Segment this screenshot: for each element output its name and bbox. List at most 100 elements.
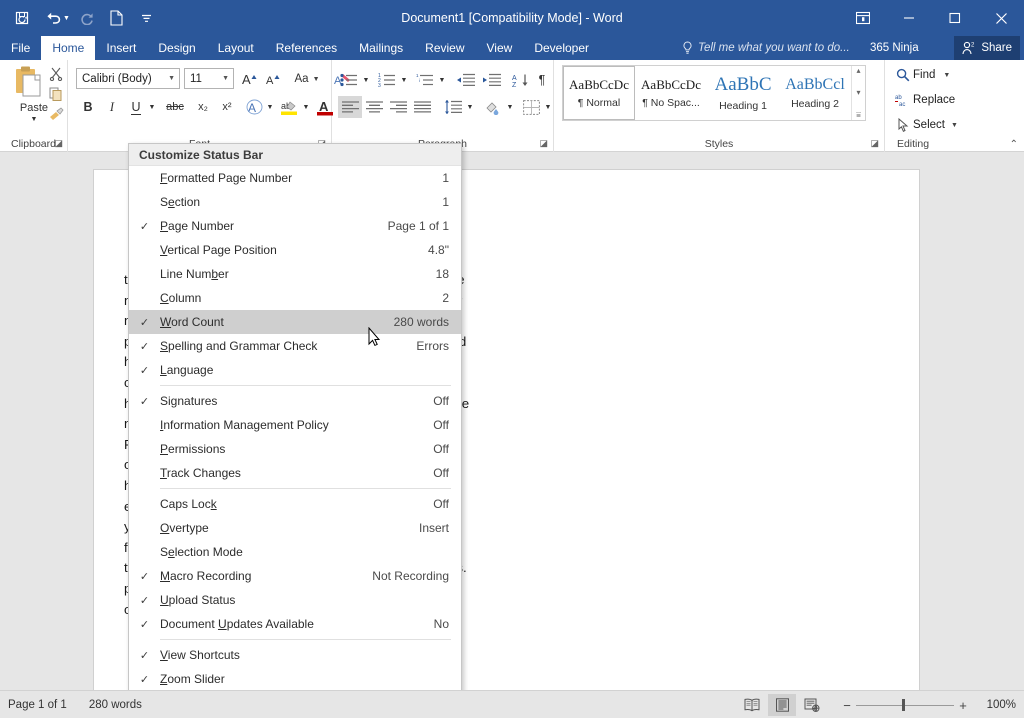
change-case-icon[interactable]: Aa ▼ — [290, 68, 324, 90]
format-painter-icon[interactable] — [46, 104, 66, 124]
find-button[interactable]: Find ▼ — [893, 68, 950, 82]
justify-icon[interactable] — [410, 96, 434, 118]
select-dropdown-icon[interactable]: ▼ — [951, 122, 958, 129]
font-size-box[interactable]: 11 ▼ — [184, 68, 234, 89]
paste-icon[interactable] — [14, 66, 42, 100]
undo-dropdown-icon[interactable]: ▼ — [63, 15, 70, 22]
find-dropdown-icon[interactable]: ▼ — [943, 72, 950, 79]
increase-indent-icon[interactable] — [480, 69, 504, 91]
menu-item-language[interactable]: ✓ Language — [129, 358, 461, 382]
tab-file[interactable]: File — [0, 36, 41, 60]
menu-item-zoom-slider[interactable]: ✓ Zoom Slider — [129, 667, 461, 691]
style-gallery-more-icon[interactable]: ⩸ — [856, 110, 861, 120]
style-normal[interactable]: AaBbCcDc ¶ Normal — [563, 66, 635, 120]
text-highlight-icon[interactable]: ab — [278, 96, 300, 118]
numbering-dropdown-icon[interactable]: ▼ — [398, 69, 410, 91]
decrease-indent-icon[interactable] — [454, 69, 478, 91]
menu-item-caps-lock[interactable]: Caps Lock Off — [129, 492, 461, 516]
grow-font-icon[interactable]: A — [240, 68, 262, 90]
text-highlight-dropdown-icon[interactable]: ▼ — [300, 96, 312, 118]
strikethrough-icon[interactable]: abc — [162, 96, 188, 118]
menu-item-overtype[interactable]: Overtype Insert — [129, 516, 461, 540]
borders-icon[interactable] — [520, 96, 542, 118]
menu-item-signatures[interactable]: ✓ Signatures Off — [129, 389, 461, 413]
cut-icon[interactable] — [46, 64, 66, 84]
close-button[interactable] — [978, 0, 1024, 36]
zoom-slider[interactable] — [856, 699, 954, 711]
read-mode-icon[interactable] — [738, 694, 766, 716]
menu-item-formatted-page-number[interactable]: Formatted Page Number 1 — [129, 166, 461, 190]
align-right-icon[interactable] — [386, 96, 410, 118]
menu-item-page-number[interactable]: ✓ Page Number Page 1 of 1 — [129, 214, 461, 238]
menu-item-information-management-policy[interactable]: Information Management Policy Off — [129, 413, 461, 437]
ribbon-display-options-icon[interactable] — [840, 0, 886, 36]
menu-item-permissions[interactable]: Permissions Off — [129, 437, 461, 461]
account-name[interactable]: 365 Ninja — [870, 36, 919, 60]
menu-item-spelling-and-grammar-check[interactable]: ✓ Spelling and Grammar Check Errors — [129, 334, 461, 358]
bullets-icon[interactable] — [338, 69, 360, 91]
customize-status-bar-menu[interactable]: Customize Status Bar Formatted Page Numb… — [128, 143, 462, 711]
tab-view[interactable]: View — [476, 36, 524, 60]
underline-dropdown-icon[interactable]: ▼ — [146, 96, 158, 118]
zoom-in-button[interactable]: + — [954, 698, 972, 713]
bold-icon[interactable]: B — [78, 96, 98, 118]
tab-layout[interactable]: Layout — [207, 36, 265, 60]
text-effects-dropdown-icon[interactable]: ▼ — [264, 96, 276, 118]
borders-dropdown-icon[interactable]: ▼ — [542, 96, 554, 118]
superscript-icon[interactable]: x² — [216, 96, 238, 118]
style-heading-2[interactable]: AaBbCcl Heading 2 — [779, 66, 851, 120]
menu-item-upload-status[interactable]: ✓ Upload Status — [129, 588, 461, 612]
zoom-out-button[interactable]: − — [838, 698, 856, 713]
paragraph-dialog-launcher[interactable]: ◪ — [539, 138, 548, 149]
tab-references[interactable]: References — [265, 36, 348, 60]
show-marks-icon[interactable]: ¶ — [532, 69, 552, 91]
underline-icon[interactable]: U — [126, 96, 146, 118]
tab-home[interactable]: Home — [41, 36, 96, 60]
menu-item-line-number[interactable]: Line Number 18 — [129, 262, 461, 286]
tab-developer[interactable]: Developer — [523, 36, 600, 60]
status-page[interactable]: Page 1 of 1 — [8, 699, 67, 711]
line-spacing-icon[interactable] — [442, 96, 464, 118]
status-words[interactable]: 280 words — [89, 699, 142, 711]
menu-item-selection-mode[interactable]: Selection Mode — [129, 540, 461, 564]
copy-icon[interactable] — [46, 84, 66, 104]
multilevel-list-dropdown-icon[interactable]: ▼ — [436, 69, 448, 91]
maximize-button[interactable] — [932, 0, 978, 36]
tab-insert[interactable]: Insert — [95, 36, 147, 60]
line-spacing-dropdown-icon[interactable]: ▼ — [464, 96, 476, 118]
menu-item-view-shortcuts[interactable]: ✓ View Shortcuts — [129, 643, 461, 667]
menu-item-word-count[interactable]: ✓ Word Count 280 words — [129, 310, 461, 334]
shading-dropdown-icon[interactable]: ▼ — [504, 96, 516, 118]
menu-item-macro-recording[interactable]: ✓ Macro Recording Not Recording — [129, 564, 461, 588]
web-layout-icon[interactable] — [798, 694, 826, 716]
style-gallery-down-icon[interactable]: ▾ — [856, 88, 860, 97]
subscript-icon[interactable]: x₂ — [192, 96, 214, 118]
new-document-icon[interactable] — [102, 3, 132, 33]
menu-item-document-updates-available[interactable]: ✓ Document Updates Available No — [129, 612, 461, 636]
menu-item-column[interactable]: Column 2 — [129, 286, 461, 310]
style-heading-1[interactable]: AaBbC Heading 1 — [707, 66, 779, 120]
italic-icon[interactable]: I — [102, 96, 122, 118]
print-layout-icon[interactable] — [768, 694, 796, 716]
text-effects-icon[interactable]: A — [244, 96, 264, 118]
collapse-ribbon-icon[interactable]: ⌃ — [1010, 139, 1018, 150]
menu-item-vertical-page-position[interactable]: Vertical Page Position 4.8" — [129, 238, 461, 262]
numbering-icon[interactable]: 123 — [376, 69, 398, 91]
tab-review[interactable]: Review — [414, 36, 475, 60]
zoom-slider-thumb[interactable] — [902, 699, 905, 711]
shrink-font-icon[interactable]: A — [264, 68, 286, 90]
multilevel-list-icon[interactable]: 1i — [414, 69, 436, 91]
tab-design[interactable]: Design — [147, 36, 206, 60]
tab-mailings[interactable]: Mailings — [348, 36, 414, 60]
shading-icon[interactable] — [482, 96, 504, 118]
select-button[interactable]: Select ▼ — [893, 118, 958, 132]
minimize-button[interactable] — [886, 0, 932, 36]
style-gallery-scroll[interactable]: ▴ ▾ ⩸ — [851, 66, 865, 120]
bullets-dropdown-icon[interactable]: ▼ — [360, 69, 372, 91]
replace-button[interactable]: ab ac Replace — [893, 93, 955, 107]
style-no-spac[interactable]: AaBbCcDc ¶ No Spac... — [635, 66, 707, 120]
sort-icon[interactable]: AZ — [510, 69, 532, 91]
clipboard-dialog-launcher[interactable]: ◪ — [54, 138, 63, 149]
style-gallery-up-icon[interactable]: ▴ — [856, 66, 860, 75]
align-left-icon[interactable] — [338, 96, 362, 118]
